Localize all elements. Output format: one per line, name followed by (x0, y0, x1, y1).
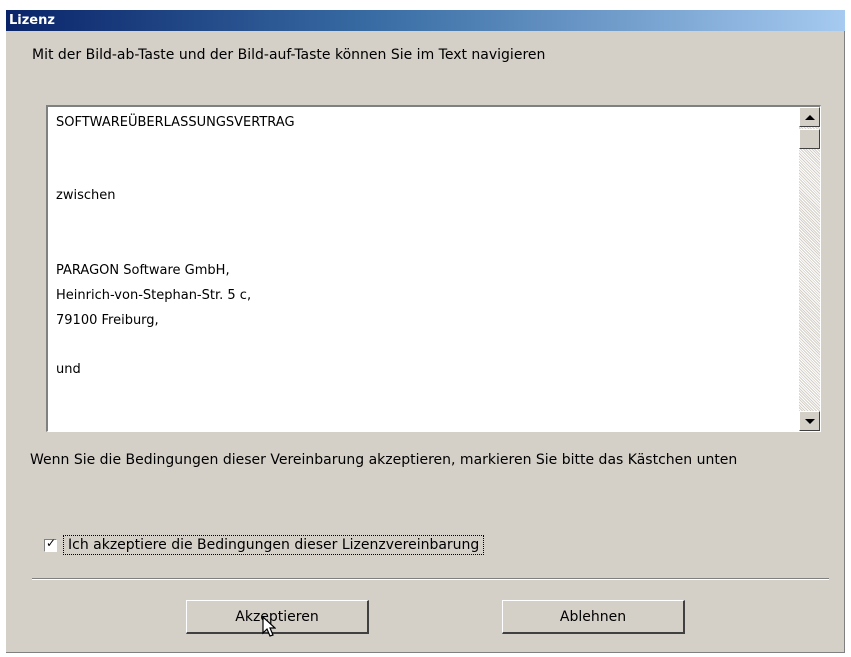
license-text-content: SOFTWAREÜBERLASSUNGSVERTRAG zwischen PAR… (52, 107, 792, 431)
decline-button[interactable]: Ablehnen (502, 600, 685, 634)
window-title: Lizenz (9, 13, 55, 28)
accept-checkbox[interactable]: ✓ (44, 535, 57, 552)
vertical-scrollbar[interactable] (799, 107, 820, 431)
accept-checkbox-row[interactable]: ✓ Ich akzeptiere die Bedingungen dieser … (44, 534, 485, 556)
navigation-instruction: Mit der Bild-ab-Taste und der Bild-auf-T… (32, 47, 546, 63)
arrow-up-icon (804, 114, 815, 120)
license-text-line: SOFTWAREÜBERLASSUNGSVERTRAG (56, 115, 295, 130)
separator (32, 578, 829, 580)
acceptance-condition-text: Wenn Sie die Bedingungen dieser Vereinba… (30, 452, 738, 468)
scroll-down-button[interactable] (799, 411, 820, 431)
accept-button-label: Akzeptieren (235, 608, 319, 625)
accept-button[interactable]: Akzeptieren (186, 600, 369, 634)
scroll-up-button[interactable] (799, 107, 820, 127)
license-text-area[interactable]: SOFTWAREÜBERLASSUNGSVERTRAG zwischen PAR… (46, 105, 821, 432)
license-text-line: PARAGON Software GmbH, (56, 263, 230, 278)
license-text-line: 79100 Freiburg, (56, 313, 159, 328)
arrow-down-icon (804, 418, 815, 424)
license-text-line: Heinrich-von-Stephan-Str. 5 c, (56, 288, 252, 303)
accept-checkbox-label[interactable]: Ich akzeptiere die Bedingungen dieser Li… (63, 535, 485, 555)
mouse-cursor-icon (262, 616, 276, 637)
license-text-line: und (56, 362, 81, 377)
license-dialog: Lizenz Mit der Bild-ab-Taste und der Bil… (6, 10, 845, 653)
scroll-thumb[interactable] (799, 129, 820, 149)
title-bar: Lizenz (6, 10, 845, 31)
decline-button-label: Ablehnen (559, 608, 627, 625)
checkmark-icon: ✓ (46, 535, 57, 550)
license-text-line: zwischen (56, 188, 116, 203)
